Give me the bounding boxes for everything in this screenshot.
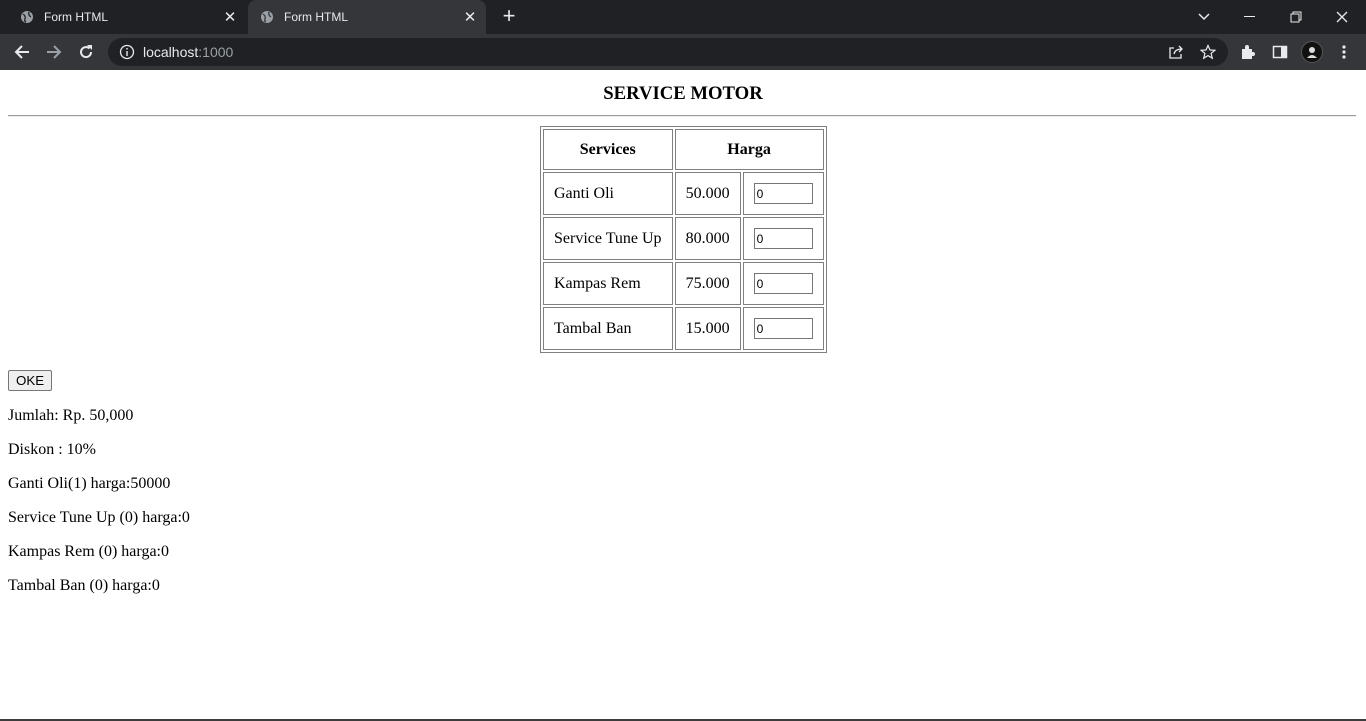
qty-input-kampas-rem[interactable] [753, 273, 813, 294]
back-icon[interactable] [10, 40, 34, 64]
bookmark-star-icon[interactable] [1196, 40, 1220, 64]
service-price: 75.000 [674, 262, 741, 305]
page-title: SERVICE MOTOR [603, 83, 763, 104]
browser-toolbar: localhost:1000 [0, 34, 1366, 70]
address-bar[interactable]: localhost:1000 [108, 38, 1228, 66]
divider [8, 115, 1356, 117]
table-row: Kampas Rem 75.000 [543, 262, 824, 305]
qty-input-ganti-oli[interactable] [753, 183, 813, 204]
service-name: Tambal Ban [543, 307, 673, 350]
menu-icon[interactable] [1332, 40, 1356, 64]
globe-icon [21, 11, 33, 23]
qty-cell [742, 262, 824, 305]
service-price: 50.000 [674, 172, 741, 215]
result-diskon: Diskon : 10% [8, 441, 96, 458]
tab-title: Form HTML [284, 10, 348, 24]
service-table: Services Harga Ganti Oli 50.000 Service … [540, 126, 827, 353]
service-price: 15.000 [674, 307, 741, 350]
globe-icon [261, 11, 273, 23]
service-price: 80.000 [674, 217, 741, 260]
table-row: Service Tune Up 80.000 [543, 217, 824, 260]
profile-avatar[interactable] [1300, 40, 1324, 64]
qty-cell [742, 172, 824, 215]
new-tab-icon[interactable]: + [498, 5, 520, 28]
side-panel-icon[interactable] [1268, 40, 1292, 64]
forward-icon[interactable] [42, 40, 66, 64]
result-service-tune-up: Service Tune Up (0) harga:0 [8, 509, 190, 526]
result-tambal-ban: Tambal Ban (0) harga:0 [8, 577, 160, 594]
table-row: Ganti Oli 50.000 [543, 172, 824, 215]
url-port: :1000 [198, 44, 234, 60]
minimize-icon[interactable] [1228, 0, 1272, 34]
close-tab-icon[interactable]: ✕ [220, 7, 240, 27]
oke-button[interactable]: OKE [8, 370, 53, 391]
qty-cell [742, 307, 824, 350]
qty-input-service-tune-up[interactable] [753, 228, 813, 249]
web-page: SERVICE MOTOR Services Harga Ganti Oli 5… [0, 70, 1366, 721]
header-services: Services [543, 129, 673, 170]
tab-search-icon[interactable] [1182, 0, 1226, 34]
avatar [1301, 41, 1323, 63]
share-icon[interactable] [1164, 40, 1188, 64]
browser-tab-1[interactable]: Form HTML ✕ [8, 0, 246, 34]
result-jumlah: Jumlah: Rp. 50,000 [8, 407, 134, 424]
url-host: localhost [143, 44, 199, 60]
qty-input-tambal-ban[interactable] [753, 318, 813, 339]
qty-cell [742, 217, 824, 260]
header-harga: Harga [674, 129, 824, 170]
service-name: Ganti Oli [543, 172, 673, 215]
restore-icon[interactable] [1274, 0, 1318, 34]
service-name: Kampas Rem [543, 262, 673, 305]
site-info-icon[interactable] [119, 44, 135, 60]
reload-icon[interactable] [74, 40, 98, 64]
browser-tab-2[interactable]: Form HTML ✕ [248, 0, 486, 34]
tab-title: Form HTML [44, 10, 108, 24]
close-window-icon[interactable] [1320, 0, 1364, 34]
result-kampas-rem: Kampas Rem (0) harga:0 [8, 543, 169, 560]
table-row: Tambal Ban 15.000 [543, 307, 824, 350]
table-header-row: Services Harga [543, 129, 824, 170]
result-ganti-oli: Ganti Oli(1) harga:50000 [8, 475, 171, 492]
close-tab-icon[interactable]: ✕ [460, 7, 480, 27]
tab-strip: Form HTML ✕ Form HTML ✕ + [0, 0, 1366, 34]
service-name: Service Tune Up [543, 217, 673, 260]
extensions-icon[interactable] [1236, 40, 1260, 64]
